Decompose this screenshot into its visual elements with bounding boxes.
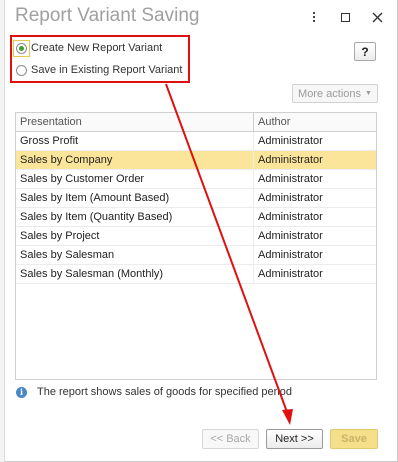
next-button[interactable]: Next >> bbox=[266, 429, 323, 449]
variants-table: Presentation Author Gross Profit Administ… bbox=[15, 112, 377, 380]
more-actions-label: More actions bbox=[298, 87, 362, 100]
cell-presentation: Sales by Item (Quantity Based) bbox=[16, 208, 254, 226]
info-icon: i bbox=[16, 386, 27, 398]
cell-author: Administrator bbox=[258, 173, 323, 185]
annotation-highlight-box bbox=[10, 35, 190, 83]
dialog-title: Report Variant Saving bbox=[15, 5, 200, 26]
table-row[interactable]: Sales by Company Administrator bbox=[16, 151, 376, 170]
save-button[interactable]: Save bbox=[330, 429, 378, 449]
back-button[interactable]: << Back bbox=[202, 429, 259, 449]
cell-author: Administrator bbox=[258, 249, 323, 261]
cell-presentation: Sales by Project bbox=[16, 227, 254, 245]
table-row[interactable]: Sales by Salesman Administrator bbox=[16, 246, 376, 265]
table-body: Gross Profit Administrator Sales by Compan… bbox=[16, 132, 376, 284]
column-header-presentation[interactable]: Presentation bbox=[16, 113, 254, 131]
cell-author: Administrator bbox=[258, 192, 323, 204]
cell-presentation: Sales by Salesman (Monthly) bbox=[16, 265, 254, 283]
column-header-author[interactable]: Author bbox=[254, 113, 376, 131]
table-row[interactable]: Sales by Salesman (Monthly) Administrator bbox=[16, 265, 376, 284]
cell-presentation: Sales by Item (Amount Based) bbox=[16, 189, 254, 207]
help-button[interactable]: ? bbox=[354, 42, 376, 61]
table-row[interactable]: Sales by Project Administrator bbox=[16, 227, 376, 246]
cell-author: Administrator bbox=[258, 268, 323, 280]
cell-presentation: Sales by Salesman bbox=[16, 246, 254, 264]
table-header: Presentation Author bbox=[16, 113, 376, 132]
close-icon[interactable] bbox=[368, 8, 386, 26]
table-row[interactable]: Gross Profit Administrator bbox=[16, 132, 376, 151]
report-description: i The report shows sales of goods for sp… bbox=[16, 386, 292, 398]
left-edge-strip bbox=[0, 0, 5, 462]
maximize-icon[interactable] bbox=[336, 8, 354, 26]
cell-author: Administrator bbox=[258, 154, 323, 166]
report-description-text: The report shows sales of goods for spec… bbox=[37, 386, 292, 398]
cell-author: Administrator bbox=[258, 135, 323, 147]
table-row[interactable]: Sales by Customer Order Administrator bbox=[16, 170, 376, 189]
table-row[interactable]: Sales by Item (Amount Based) Administrato… bbox=[16, 189, 376, 208]
cell-author: Administrator bbox=[258, 230, 323, 242]
cell-presentation: Gross Profit bbox=[16, 132, 254, 150]
more-vertical-icon[interactable] bbox=[305, 8, 323, 26]
chevron-down-icon: ▼ bbox=[365, 90, 372, 97]
more-actions-button[interactable]: More actions ▼ bbox=[292, 84, 378, 103]
table-row[interactable]: Sales by Item (Quantity Based) Administra… bbox=[16, 208, 376, 227]
cell-author: Administrator bbox=[258, 211, 323, 223]
cell-presentation: Sales by Customer Order bbox=[16, 170, 254, 188]
cell-presentation: Sales by Company bbox=[16, 151, 254, 169]
